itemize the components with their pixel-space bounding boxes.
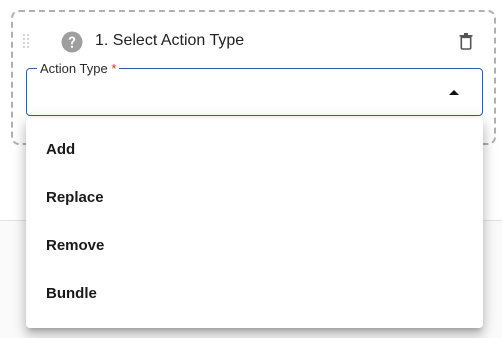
step-title: 1. Select Action Type [95,32,245,49]
required-asterisk: * [111,61,117,76]
action-type-label-text: Action Type [40,61,108,76]
action-type-dropdown-menu: Add Replace Remove Bundle [26,118,483,328]
menu-option-add[interactable]: Add [26,126,483,174]
trash-icon[interactable] [456,31,476,51]
drag-handle-icon[interactable] [22,33,30,49]
action-type-label: Action Type * [37,61,120,77]
menu-option-replace[interactable]: Replace [26,174,483,222]
menu-option-remove[interactable]: Remove [26,222,483,270]
help-circle-icon[interactable] [61,31,83,53]
page: 1. Select Action Type Action Type * Add … [0,0,502,338]
caret-up-icon[interactable] [447,88,461,96]
menu-option-bundle[interactable]: Bundle [26,270,483,318]
